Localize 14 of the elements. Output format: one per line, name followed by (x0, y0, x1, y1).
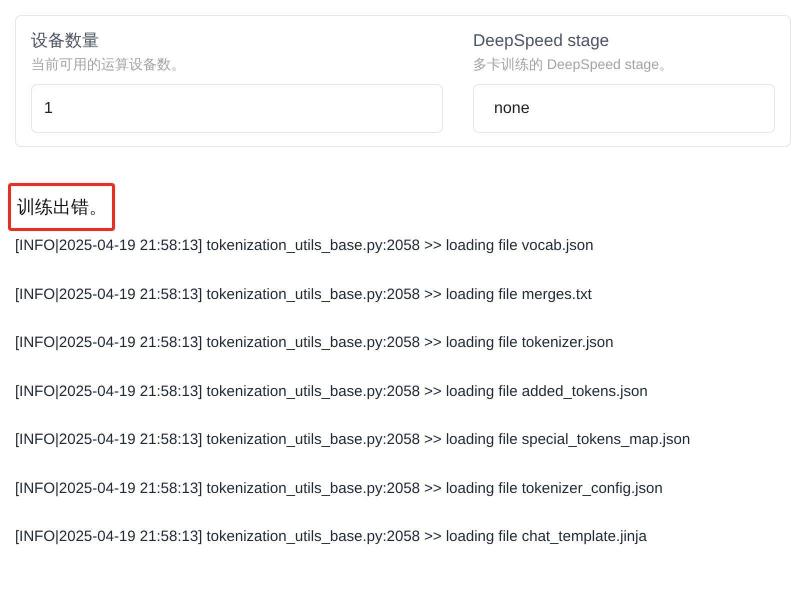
log-line: [INFO|2025-04-19 21:58:13] tokenization_utils_base.py:2058 >> loading file tokenizer_config.json (15, 478, 663, 498)
status-message: 训练出错。 (8, 183, 115, 231)
log-line: [INFO|2025-04-19 21:58:13] tokenization_utils_base.py:2058 >> loading file vocab.json (15, 236, 594, 256)
log-line: [INFO|2025-04-19 21:58:13] tokenization_utils_base.py:2058 >> loading file tokenizer.json (15, 333, 614, 353)
log-line: [INFO|2025-04-19 21:58:13] tokenization_utils_base.py:2058 >> loading file chat_template.jinja (15, 527, 647, 547)
dropdown[interactable]: none (473, 84, 775, 133)
field-label: DeepSpeed stage (473, 30, 610, 52)
log-line: [INFO|2025-04-19 21:58:13] tokenization_utils_base.py:2058 >> loading file special_tokens_map.json (15, 430, 690, 450)
field-hint: 当前可用的运算设备数。 (31, 55, 185, 73)
log-line: [INFO|2025-04-19 21:58:13] tokenization_utils_base.py:2058 >> loading file added_tokens.json (15, 382, 648, 402)
field-hint: 多卡训练的 DeepSpeed stage。 (473, 55, 673, 73)
field-label: 设备数量 (31, 30, 99, 52)
number-input[interactable]: 1 (31, 84, 443, 133)
log-line: [INFO|2025-04-19 21:58:13] tokenization_utils_base.py:2058 >> loading file merges.txt (15, 284, 592, 304)
